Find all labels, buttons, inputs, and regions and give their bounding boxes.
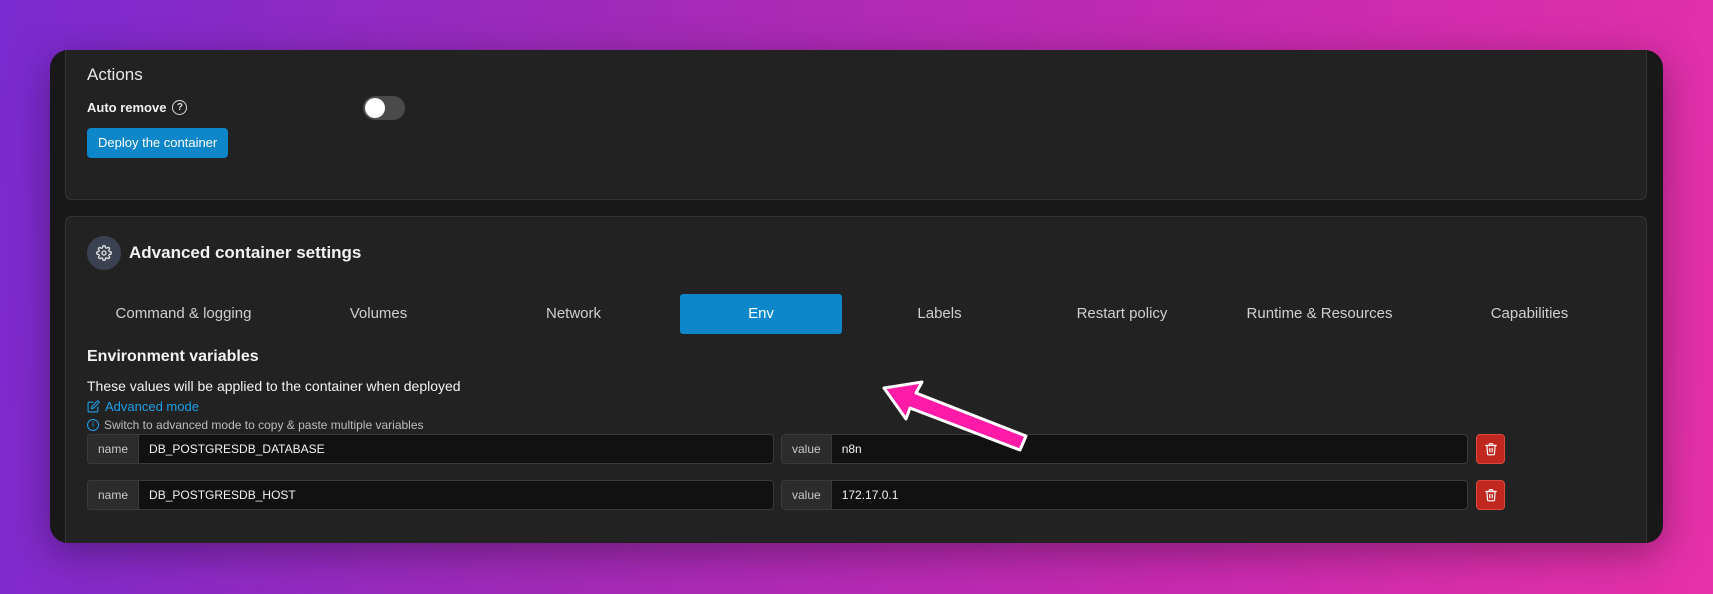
tab-labels[interactable]: Labels xyxy=(842,294,1037,334)
app-window: Actions Auto remove ? Deploy the contain… xyxy=(50,50,1663,543)
env-value-value[interactable]: 172.17.0.1 xyxy=(832,481,899,509)
trash-icon xyxy=(1484,443,1497,456)
pointer-arrow xyxy=(882,380,1028,452)
edit-icon xyxy=(87,400,100,413)
env-value-field[interactable]: value 172.17.0.1 xyxy=(781,480,1468,510)
env-name-field[interactable]: name DB_POSTGRESDB_HOST xyxy=(87,480,774,510)
advanced-mode-link[interactable]: Advanced mode xyxy=(87,399,199,414)
env-section-title: Environment variables xyxy=(87,348,259,365)
delete-row-button[interactable] xyxy=(1476,480,1505,510)
tab-volumes[interactable]: Volumes xyxy=(281,294,476,334)
delete-row-button[interactable] xyxy=(1476,434,1505,464)
env-name-value[interactable]: DB_POSTGRESDB_DATABASE xyxy=(139,435,325,463)
toggle-knob xyxy=(365,98,385,118)
value-addon: value xyxy=(782,435,832,463)
gear-icon xyxy=(87,236,121,270)
auto-remove-row: Auto remove ? xyxy=(87,100,188,115)
env-name-value[interactable]: DB_POSTGRESDB_HOST xyxy=(139,481,296,509)
env-description: These values will be applied to the cont… xyxy=(87,378,461,394)
advanced-header: Advanced container settings xyxy=(87,236,361,270)
settings-tabs: Command & logging Volumes Network Env La… xyxy=(86,294,1626,334)
env-name-field[interactable]: name DB_POSTGRESDB_DATABASE xyxy=(87,434,774,464)
advanced-title: Advanced container settings xyxy=(129,243,362,262)
env-value-value[interactable]: n8n xyxy=(832,435,862,463)
tab-runtime-resources[interactable]: Runtime & Resources xyxy=(1207,294,1432,334)
name-addon: name xyxy=(88,435,140,463)
tab-restart-policy[interactable]: Restart policy xyxy=(1037,294,1207,334)
tab-network[interactable]: Network xyxy=(476,294,671,334)
auto-remove-label: Auto remove xyxy=(87,100,167,115)
advanced-mode-label: Advanced mode xyxy=(105,399,199,414)
hint-text: Switch to advanced mode to copy & paste … xyxy=(104,418,424,432)
tab-command-logging[interactable]: Command & logging xyxy=(86,294,281,334)
question-circle-icon[interactable]: ? xyxy=(172,100,188,115)
name-addon: name xyxy=(88,481,140,509)
actions-title: Actions xyxy=(87,65,143,84)
env-row: name DB_POSTGRESDB_DATABASE value n8n xyxy=(87,434,1632,464)
advanced-mode-hint: i Switch to advanced mode to copy & past… xyxy=(87,418,424,432)
tab-capabilities[interactable]: Capabilities xyxy=(1432,294,1627,334)
env-row: name DB_POSTGRESDB_HOST value 172.17.0.1 xyxy=(87,480,1632,510)
tab-env[interactable]: Env xyxy=(680,294,842,334)
trash-icon xyxy=(1484,489,1497,502)
auto-remove-toggle[interactable] xyxy=(363,96,405,120)
deploy-button[interactable]: Deploy the container xyxy=(87,128,229,158)
actions-panel: Actions Auto remove ? Deploy the contain… xyxy=(65,50,1647,200)
value-addon: value xyxy=(782,481,832,509)
advanced-settings-panel: Advanced container settings Command & lo… xyxy=(65,216,1647,543)
info-icon: i xyxy=(87,419,99,431)
